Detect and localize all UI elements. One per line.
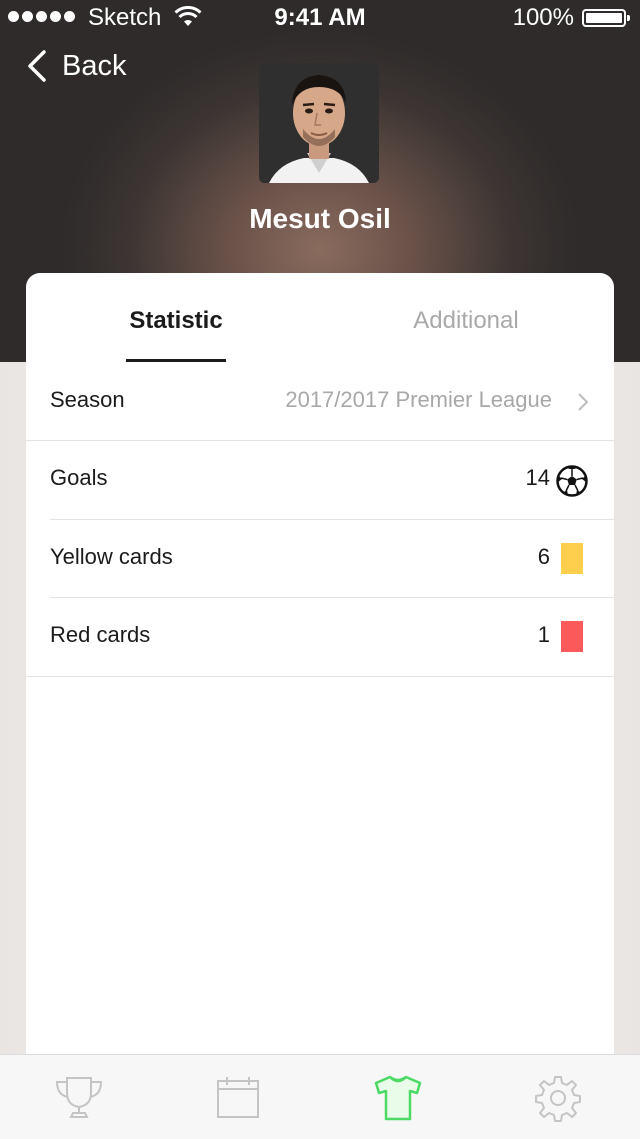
player-photo xyxy=(259,63,379,183)
stat-label: Goals xyxy=(50,465,108,490)
stat-row-yellow-cards: Yellow cards 6 xyxy=(26,520,614,598)
stat-row-red-cards: Red cards 1 xyxy=(26,598,614,676)
stat-label: Yellow cards xyxy=(50,544,173,569)
yellow-card-icon xyxy=(561,543,583,574)
season-row[interactable]: Season 2017/2017 Premier League xyxy=(26,363,614,441)
gear-icon[interactable] xyxy=(530,1073,586,1123)
chevron-left-icon xyxy=(28,50,46,82)
stat-value: 14 xyxy=(525,465,550,490)
season-label: Season xyxy=(50,387,125,412)
divider xyxy=(26,676,614,677)
player-name: Mesut Osil xyxy=(249,203,391,234)
stat-value: 1 xyxy=(537,622,550,647)
trophy-icon[interactable] xyxy=(51,1073,107,1123)
chevron-right-icon xyxy=(578,393,589,411)
shirt-icon[interactable] xyxy=(370,1073,426,1123)
stat-label: Red cards xyxy=(50,622,151,647)
red-card-icon xyxy=(561,621,583,652)
battery-icon xyxy=(582,9,630,27)
tab-statistic[interactable]: Statistic xyxy=(126,307,226,335)
status-bar: Sketch 9:41 AM 100% xyxy=(0,0,640,36)
battery-percentage: 100% xyxy=(512,4,574,31)
back-button[interactable]: Back xyxy=(24,46,126,86)
stat-value: 6 xyxy=(537,544,550,569)
soccer-ball-icon xyxy=(556,465,588,497)
stat-row-goals: Goals 14 xyxy=(26,441,614,519)
bottom-tab-bar xyxy=(0,1054,640,1139)
back-label: Back xyxy=(62,49,127,82)
season-value: 2017/2017 Premier League xyxy=(285,387,552,412)
calendar-icon[interactable] xyxy=(210,1073,266,1123)
active-tab-indicator xyxy=(126,359,226,362)
tab-additional[interactable]: Additional xyxy=(406,307,526,335)
player-avatar xyxy=(259,63,379,183)
stats-card: Statistic Additional Season 2017/2017 Pr… xyxy=(26,273,614,1138)
